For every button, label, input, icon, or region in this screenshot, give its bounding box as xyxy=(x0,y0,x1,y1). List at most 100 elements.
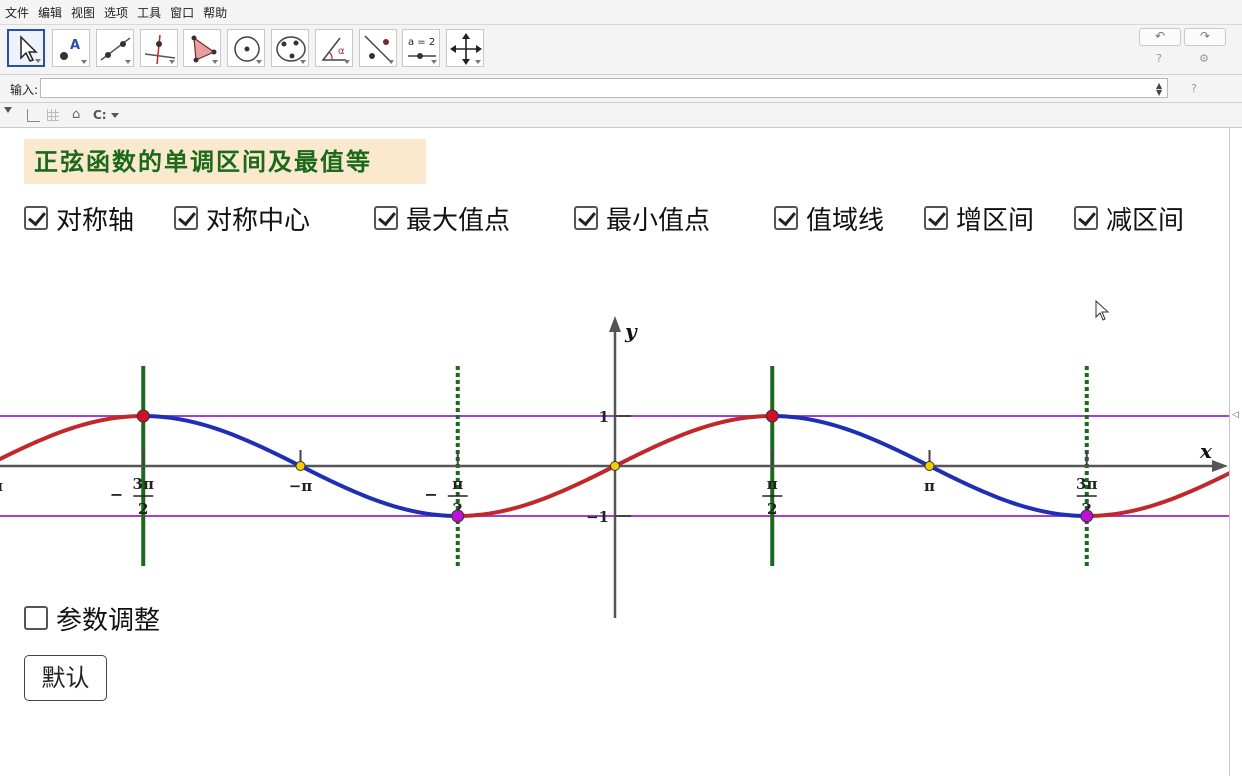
checkbox-increasing-interval[interactable]: 增区间 xyxy=(924,201,1034,236)
menu-file[interactable]: 文件 xyxy=(0,4,33,21)
x-axis-arrow xyxy=(1212,460,1228,472)
tool-menu-arrow xyxy=(300,60,306,64)
checkbox-range-lines[interactable]: 值域线 xyxy=(774,201,885,236)
symmetry-center-point xyxy=(924,461,935,471)
input-history-arrows-icon[interactable]: ▲ ▼ xyxy=(1156,82,1162,97)
menu-window[interactable]: 窗口 xyxy=(165,4,198,21)
checkbox-box[interactable] xyxy=(1074,206,1098,230)
tool-menu-arrow xyxy=(125,60,131,64)
checkbox-min-points[interactable]: 最小值点 xyxy=(574,201,710,236)
checkbox-box[interactable] xyxy=(24,206,48,230)
tool-menu-arrow xyxy=(344,60,350,64)
move-tool-button[interactable] xyxy=(7,29,45,67)
x-tick-label: −π xyxy=(289,477,313,495)
page-title: 正弦函数的单调区间及最值等 xyxy=(24,139,426,184)
menu-edit[interactable]: 编辑 xyxy=(33,4,66,21)
checkbox-label: 最大值点 xyxy=(406,205,511,236)
min-point xyxy=(451,509,465,523)
undo-button[interactable]: ↶ xyxy=(1139,28,1181,46)
reflect-tool-button[interactable] xyxy=(359,29,397,67)
checkbox-label: 减区间 xyxy=(1106,205,1185,236)
checkbox-box[interactable] xyxy=(24,606,48,630)
style-bar: ⌂ C: xyxy=(0,103,1242,128)
tool-menu-arrow xyxy=(475,60,481,64)
tool-menu-arrow xyxy=(256,60,262,64)
x-tick-label: π xyxy=(924,477,935,495)
point-tool-button[interactable]: A xyxy=(52,29,90,67)
y-axis-arrow xyxy=(609,316,621,332)
graphics-view[interactable]: xy1−1−3π−2π−ππ2π3π−7π2−5π2−3π2−π2π23π25π… xyxy=(0,128,1230,776)
y-tick-label: −1 xyxy=(586,508,609,526)
circle-tool-button[interactable] xyxy=(227,29,265,67)
view-menu-arrow-icon[interactable] xyxy=(4,107,12,113)
menu-tools[interactable]: 工具 xyxy=(132,4,165,21)
slider-tool-button[interactable]: a = 2 xyxy=(402,29,440,67)
side-panel-toggle-icon[interactable]: ◁ xyxy=(1232,410,1239,420)
mouse-cursor-icon xyxy=(1095,300,1110,321)
checkbox-box[interactable] xyxy=(924,206,948,230)
checkbox-box[interactable] xyxy=(774,206,798,230)
symmetry-center-point xyxy=(295,461,306,471)
redo-button[interactable]: ↷ xyxy=(1184,28,1226,46)
toolbar: A α a = 2 ↶ ↷ ? ⚙ xyxy=(0,25,1242,75)
input-help-icon[interactable]: ? xyxy=(1187,82,1201,96)
menu-view[interactable]: 视图 xyxy=(66,4,99,21)
tool-menu-arrow xyxy=(212,60,218,64)
polygon-tool-button[interactable] xyxy=(183,29,221,67)
checkbox-parameter-adjust[interactable]: 参数调整 xyxy=(24,601,161,636)
menu-bar: 文件 编辑 视图 选项 工具 窗口 帮助 xyxy=(0,0,1242,25)
checkbox-box[interactable] xyxy=(174,206,198,230)
max-point xyxy=(136,409,150,423)
x-tick-numerator: π xyxy=(452,475,463,493)
tool-menu-arrow xyxy=(169,60,175,64)
x-tick-denominator: 2 xyxy=(767,500,777,518)
line-tool-button[interactable] xyxy=(96,29,134,67)
axes-toggle-icon[interactable] xyxy=(27,109,40,122)
checkbox-decreasing-interval[interactable]: 减区间 xyxy=(1074,201,1185,236)
ellipse-tool-button[interactable] xyxy=(271,29,309,67)
gear-icon[interactable]: ⚙ xyxy=(1197,52,1211,66)
home-icon[interactable]: ⌂ xyxy=(72,107,80,122)
tool-menu-arrow xyxy=(431,60,437,64)
checkbox-box[interactable] xyxy=(574,206,598,230)
tool-menu-arrow xyxy=(388,60,394,64)
checkbox-box[interactable] xyxy=(374,206,398,230)
checkbox-label: 值域线 xyxy=(806,205,885,236)
x-tick-sign: − xyxy=(110,485,123,504)
input-label: 输入: xyxy=(10,83,39,97)
x-axis-label: x xyxy=(1199,439,1213,463)
y-axis-label: y xyxy=(624,319,638,343)
x-tick-denominator: 2 xyxy=(138,500,148,518)
point-tool-letter: A xyxy=(70,38,80,53)
default-button[interactable]: 默认 xyxy=(24,655,107,701)
input-field[interactable] xyxy=(40,78,1168,98)
checkbox-symmetry-axis[interactable]: 对称轴 xyxy=(24,201,135,236)
menu-help[interactable]: 帮助 xyxy=(198,4,231,21)
tool-menu-arrow xyxy=(81,60,87,64)
angle-tool-letter: α xyxy=(338,46,345,57)
checkbox-label: 对称轴 xyxy=(56,205,135,236)
grid-toggle-icon[interactable] xyxy=(47,109,59,121)
x-tick-numerator: π xyxy=(767,475,778,493)
min-point xyxy=(1080,509,1094,523)
y-tick-label: 1 xyxy=(599,408,609,426)
move-graphics-button[interactable] xyxy=(446,29,484,67)
max-point xyxy=(765,409,779,423)
graphics-label-style[interactable]: C: xyxy=(93,108,107,122)
symmetry-center-point xyxy=(610,461,620,471)
x-tick-sign: − xyxy=(424,485,437,504)
chevron-down-icon[interactable] xyxy=(111,113,119,118)
x-tick-numerator: 3π xyxy=(1076,475,1097,493)
checkbox-max-points[interactable]: 最大值点 xyxy=(374,201,511,236)
slider-tool-label: a = 2 xyxy=(408,37,435,48)
perpendicular-tool-button[interactable] xyxy=(140,29,178,67)
checkbox-label: 参数调整 xyxy=(56,605,161,636)
tool-menu-arrow xyxy=(35,59,41,63)
checkbox-symmetry-center[interactable]: 对称中心 xyxy=(174,201,310,236)
angle-tool-button[interactable]: α xyxy=(315,29,353,67)
x-tick-numerator: 3π xyxy=(133,475,154,493)
help-icon[interactable]: ? xyxy=(1152,52,1166,66)
input-bar: 输入: ▲ ▼ ? xyxy=(0,75,1242,103)
x-tick-label: −2π xyxy=(0,477,3,495)
menu-options[interactable]: 选项 xyxy=(99,4,132,21)
